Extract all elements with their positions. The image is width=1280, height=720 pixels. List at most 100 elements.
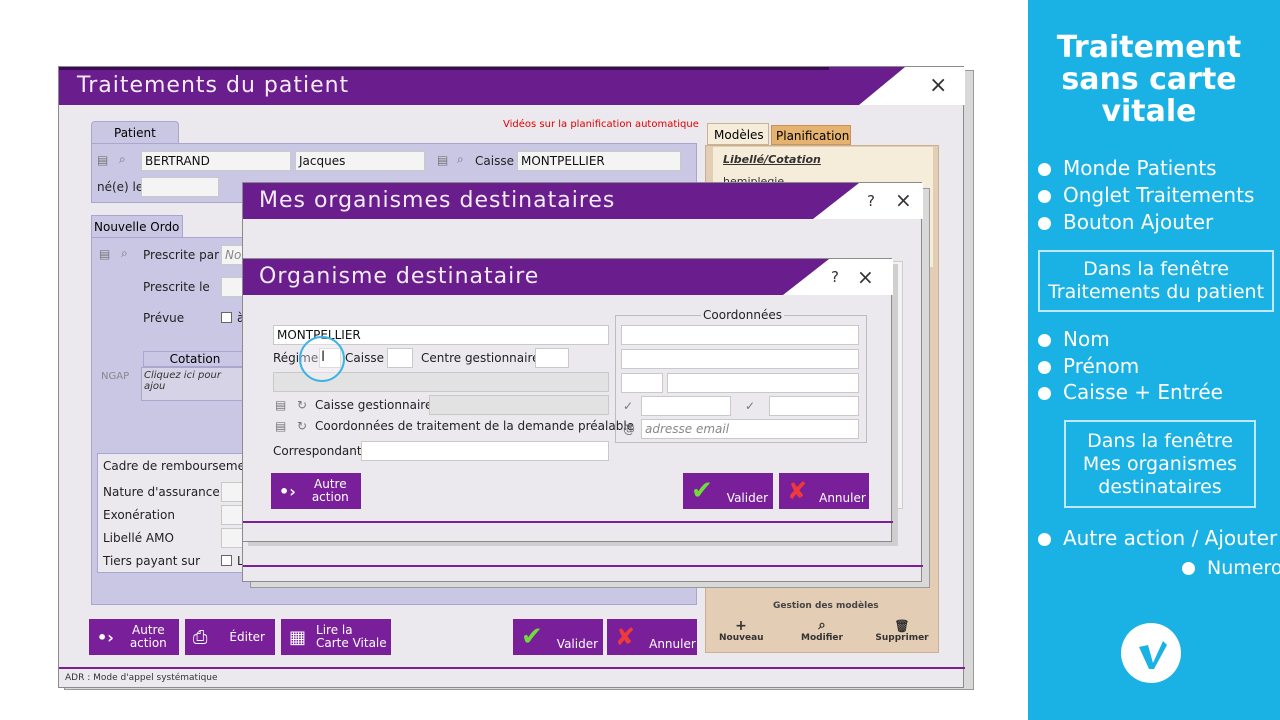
card-icon[interactable]: ▤ [275,398,286,412]
caisse-label: Caisse [475,154,514,168]
brand-logo [1121,623,1181,683]
cotation-header: Cotation [143,351,247,367]
close-icon[interactable]: × [857,265,874,289]
nouveau-label: Nouveau [719,633,764,643]
dialog-valider-button[interactable]: ✔ Valider [683,473,773,509]
nouveau-button[interactable]: + Nouveau [719,619,764,643]
card-icon[interactable]: ▤ [97,153,108,167]
status-text: ADR : Mode d'appel systématique [65,673,218,683]
prevue-label: Prévue [143,311,185,325]
sidebar-item-label: Bouton Ajouter [1063,210,1214,234]
email-field[interactable]: adresse email [641,419,859,439]
sidebar-box-organismes: Dans la fenêtre Mes organismes destinata… [1064,420,1256,508]
ville-field[interactable] [667,373,859,393]
sidebar-title: Traitement sans carte vitale [1056,30,1242,129]
prenom-field[interactable]: Jacques [295,151,425,171]
sidebar-item: Monde Patients [1038,156,1217,180]
close-icon[interactable]: × [929,73,947,98]
caisse-field[interactable]: MONTPELLIER [517,151,681,171]
autre-action-button[interactable]: •› Autre action [89,619,179,655]
correspondant-label: Correspondant [273,444,362,458]
patient-window-titlebar: Traitements du patient × [59,67,965,105]
tab-patient[interactable]: Patient [91,121,179,143]
email-icon: @ [623,422,635,436]
supprimer-button[interactable]: 🗑 Supprimer [875,619,929,643]
cadre-remboursement-label: Cadre de remboursement [103,459,258,473]
organismes-bottom-rule [243,565,923,567]
card-reader-icon: ▦ [289,626,307,648]
editer-button[interactable]: ⎙ Éditer [185,619,275,655]
modifier-label: Modifier [801,633,843,643]
help-icon[interactable]: ? [867,192,875,210]
search-icon[interactable]: ⌕ [457,152,464,167]
card-icon[interactable]: ▤ [275,419,286,433]
prevue-checkbox[interactable] [221,312,232,323]
sidebar-box-traitements: Dans la fenêtre Traitements du patient [1038,250,1274,312]
logo-mark-icon [1139,641,1167,669]
video-link[interactable]: Vidéos sur la planification automatique [503,119,699,130]
autre-action-line1: Autre [314,477,347,491]
valider-button[interactable]: ✔ Valider [513,619,603,655]
card-icon[interactable]: ▤ [437,153,448,167]
search-icon[interactable]: ⌕ [121,246,128,261]
search-icon[interactable]: ⌕ [119,152,126,167]
patient-window-title: Traitements du patient [77,73,350,98]
sidebar-item: Prénom [1038,354,1139,378]
bottom-rule [59,667,965,669]
fax-field[interactable] [769,396,859,416]
sidebar-item: Numero [1182,557,1280,579]
ngap-label: NGAP [101,371,130,382]
refresh-icon[interactable]: ↻ [297,398,307,412]
cotation-box[interactable]: Cliquez ici pour ajou [141,367,247,401]
annuler-label: Annuler [649,636,696,651]
nature-assurance-label: Nature d'assurance [103,485,220,499]
lire-carte-button[interactable]: ▦ Lire la Carte Vitale [281,619,391,655]
code-postal-field[interactable] [621,373,663,393]
lire-carte-label: Lire la Carte Vitale [316,623,387,650]
titlebar-slant [859,67,965,105]
bullet-icon [1038,163,1051,176]
modifier-button[interactable]: ⌕ Modifier [799,619,845,644]
dialog-autre-action-button[interactable]: •› Autre action [271,473,361,509]
nom-field[interactable]: BERTRAND [141,151,291,171]
bullet-icon [1038,217,1051,230]
caisse-field[interactable] [387,348,413,368]
card-icon[interactable]: ▤ [99,247,110,261]
fax-icon: ✓ [745,399,756,413]
centre-field[interactable] [535,348,569,368]
adresse-line1-field[interactable] [621,325,859,345]
libelle-cotation-header[interactable]: Libellé/Cotation [723,153,821,166]
sidebar-item-label: Numero [1207,557,1280,579]
tiers-checkbox[interactable] [221,555,232,566]
caisse-label: Caisse [345,351,384,365]
correspondant-field[interactable] [361,441,609,461]
sidebar-item-label: Caisse + Entrée [1063,380,1223,404]
help-icon[interactable]: ? [831,268,839,286]
organisme-dialog: Organisme destinataire ? × MONTPELLIER R… [242,258,893,542]
valider-label: Valider [556,636,599,651]
refresh-icon[interactable]: ↻ [297,419,307,433]
coordonnees-title: Coordonnées [701,308,784,322]
bullet-icon [1038,387,1051,400]
close-icon[interactable]: × [895,188,912,212]
exoneration-label: Exonération [103,508,175,522]
tab-planification[interactable]: Planification [771,125,851,145]
sidebar-item: Bouton Ajouter [1038,210,1213,234]
tab-nouvelle-ordo[interactable]: Nouvelle Ordo [91,215,183,237]
app-area: Traitements du patient × Patient Vidéos … [0,0,1028,720]
caisse-gestionnaire-field[interactable] [429,395,609,415]
ne-le-field[interactable] [141,177,219,197]
dialog-annuler-button[interactable]: ✘ Annuler [779,473,869,509]
check-icon: ✔ [521,622,543,652]
telephone-field[interactable] [641,396,731,416]
ne-le-label: né(e) le [97,180,144,194]
top-stripe [59,67,829,70]
bullet-icon [1038,334,1051,347]
adresse-line2-field[interactable] [621,349,859,369]
sidebar-item-label: Onglet Traitements [1063,183,1255,207]
sidebar-item-label: Monde Patients [1063,156,1217,180]
text-cursor-icon: I [321,349,326,365]
tab-modeles[interactable]: Modèles [707,123,769,145]
annuler-button[interactable]: ✘ Annuler [607,619,697,655]
coord-demande-label: Coordonnées de traitement de la demande … [315,419,635,433]
